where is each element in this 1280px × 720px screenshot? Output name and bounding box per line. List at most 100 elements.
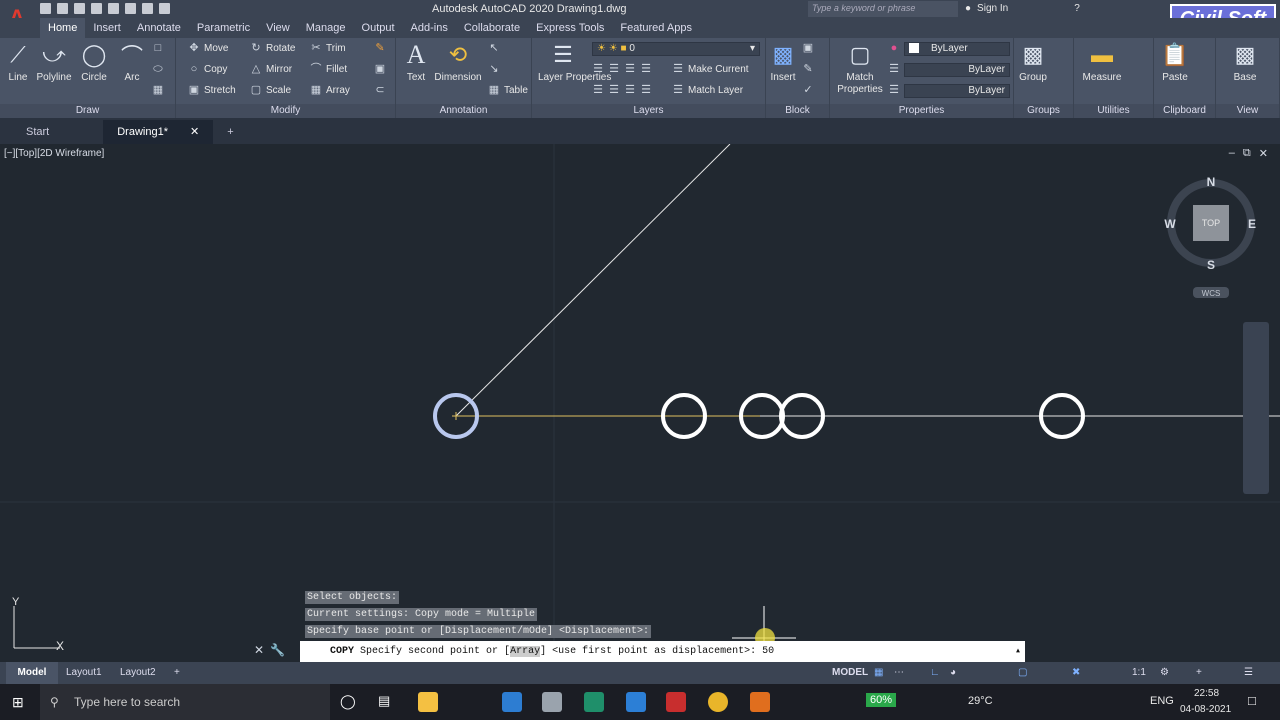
- layout2-tab[interactable]: Layout2: [120, 662, 156, 684]
- tab-view[interactable]: View: [258, 18, 298, 38]
- rotate-button[interactable]: ↻ Rotate: [250, 42, 295, 54]
- linetype-button[interactable]: ☰: [888, 84, 900, 96]
- navigation-bar[interactable]: [1243, 322, 1269, 494]
- copy-button[interactable]: ○ Copy: [188, 63, 228, 75]
- tab-insert[interactable]: Insert: [85, 18, 129, 38]
- annotation-panel-title[interactable]: Annotation: [396, 104, 531, 118]
- tab-featured-apps[interactable]: Featured Apps: [612, 18, 700, 38]
- photos-icon[interactable]: [502, 692, 522, 712]
- utilities-panel-title[interactable]: Utilities: [1074, 104, 1153, 118]
- drawing-tab[interactable]: Drawing1* ✕: [103, 120, 214, 144]
- app2-icon[interactable]: [626, 692, 646, 712]
- search-input[interactable]: Type a keyword or phrase: [808, 1, 958, 17]
- save-as-icon[interactable]: [91, 3, 102, 14]
- snap-toggle[interactable]: ⋯: [894, 662, 904, 684]
- tab-add-ins[interactable]: Add-ins: [403, 18, 456, 38]
- move-button[interactable]: ✥ Move: [188, 42, 228, 54]
- text-button[interactable]: A Text: [402, 40, 430, 83]
- color-wheel[interactable]: ●: [888, 42, 900, 54]
- notifications-icon[interactable]: □: [1248, 693, 1256, 708]
- command-line-input[interactable]: COPY Specify second point or [Array] <us…: [300, 641, 1025, 662]
- modify-panel-title[interactable]: Modify: [176, 104, 395, 118]
- hatch-button[interactable]: ▦: [152, 84, 164, 96]
- color-dropdown[interactable]: ByLayer: [904, 42, 1010, 56]
- app-icon[interactable]: [542, 692, 562, 712]
- close-command-icon[interactable]: ✕: [254, 643, 264, 657]
- paste-button[interactable]: 📋 Paste: [1160, 42, 1190, 83]
- tab-collaborate[interactable]: Collaborate: [456, 18, 528, 38]
- create-block-button[interactable]: ▣: [802, 42, 814, 54]
- erase-button[interactable]: ✎: [374, 42, 386, 54]
- drawing-area[interactable]: [−][Top][2D Wireframe] – ⧉ ✕ Y X TOP N S E…: [0, 144, 1280, 662]
- measure-button[interactable]: ▬ Measure: [1080, 42, 1124, 83]
- language-indicator[interactable]: ENG: [1150, 695, 1174, 707]
- command-history-chevron-icon[interactable]: ▴: [1015, 641, 1021, 662]
- new-icon[interactable]: [40, 3, 51, 14]
- lineweight-button[interactable]: ☰: [888, 63, 900, 75]
- customize-menu[interactable]: ☰: [1244, 662, 1253, 684]
- plot-icon[interactable]: [125, 3, 136, 14]
- add-button[interactable]: +: [1196, 662, 1202, 684]
- clock-time[interactable]: 22:58: [1194, 688, 1219, 699]
- layer-tools-row2[interactable]: ☰ ☰ ☰ ☰: [592, 84, 652, 96]
- web-open-icon[interactable]: [108, 3, 119, 14]
- layer-properties-button[interactable]: ☰ Layer Properties: [538, 42, 611, 83]
- layers-panel-title[interactable]: Layers: [532, 104, 765, 118]
- close-icon[interactable]: ✕: [190, 120, 199, 144]
- clock-date[interactable]: 04-08-2021: [1180, 704, 1231, 715]
- save-icon[interactable]: [74, 3, 85, 14]
- group-button[interactable]: ▩ Group: [1016, 42, 1050, 83]
- fillet-button[interactable]: ⌒ Fillet: [310, 63, 348, 75]
- workspace-switch[interactable]: ⚙: [1160, 662, 1169, 684]
- layer-tools-row1[interactable]: ☰ ☰ ☰ ☰: [592, 63, 652, 75]
- ortho-toggle[interactable]: ∟: [930, 662, 940, 684]
- windows-start-icon[interactable]: ⊞: [12, 694, 24, 711]
- recorder-icon[interactable]: [750, 692, 770, 712]
- clipboard-panel-title[interactable]: Clipboard: [1154, 104, 1215, 118]
- match-layer-button[interactable]: ☰ Match Layer: [672, 84, 743, 96]
- explode-button[interactable]: ▣: [374, 63, 386, 75]
- osnap-toggle[interactable]: ▢: [1018, 662, 1027, 684]
- customize-wrench-icon[interactable]: 🔧: [270, 643, 285, 657]
- polar-toggle[interactable]: ◕: [950, 662, 956, 684]
- start-tab[interactable]: Start: [12, 120, 63, 144]
- task-view-icon[interactable]: ▤: [378, 693, 390, 709]
- weather-temp[interactable]: 29°C: [968, 695, 993, 707]
- help-icon[interactable]: ?: [1074, 3, 1080, 14]
- battery-indicator[interactable]: 60%: [866, 693, 897, 707]
- tab-parametric[interactable]: Parametric: [189, 18, 258, 38]
- layer-dropdown[interactable]: ☀ ☀ ■ 0 ▾: [592, 42, 760, 56]
- mirror-button[interactable]: △ Mirror: [250, 63, 292, 75]
- annotation-scale[interactable]: 1:1: [1132, 662, 1146, 684]
- line-button[interactable]: ⟋ Line: [4, 42, 32, 83]
- offset-button[interactable]: ⊂: [374, 84, 386, 96]
- ellipse-button[interactable]: ⬭: [152, 63, 164, 75]
- chrome-icon[interactable]: [708, 692, 728, 712]
- file-explorer-icon[interactable]: [418, 692, 438, 712]
- layout1-tab[interactable]: Layout1: [66, 662, 102, 684]
- draw-panel-title[interactable]: Draw: [0, 104, 175, 118]
- groups-panel-title[interactable]: Groups: [1014, 104, 1073, 118]
- block-panel-title[interactable]: Block: [766, 104, 829, 118]
- circle-button[interactable]: ◯ Circle: [80, 42, 108, 83]
- insert-button[interactable]: ▩ Insert: [768, 42, 798, 83]
- new-tab-button[interactable]: +: [213, 120, 247, 144]
- annotation-visibility-toggle[interactable]: ✖: [1072, 662, 1080, 684]
- model-tab[interactable]: Model: [6, 662, 58, 684]
- edit-attributes-button[interactable]: ✓: [802, 84, 814, 96]
- array-option[interactable]: Array: [510, 646, 541, 657]
- civil-app-icon[interactable]: [584, 692, 604, 712]
- make-current-button[interactable]: ☰ Make Current: [672, 63, 749, 75]
- model-space-toggle[interactable]: MODEL: [832, 662, 868, 684]
- linetype-dropdown[interactable]: ByLayer: [904, 63, 1010, 77]
- add-layout-button[interactable]: +: [174, 662, 180, 684]
- grid-toggle[interactable]: ▦: [874, 662, 883, 684]
- properties-panel-title[interactable]: Properties: [830, 104, 1013, 118]
- match-properties-button[interactable]: ▢ Match Properties: [834, 42, 886, 96]
- edit-block-button[interactable]: ✎: [802, 63, 814, 75]
- leader-button[interactable]: ↖: [488, 42, 500, 54]
- redo-icon[interactable]: [159, 3, 170, 14]
- base-button[interactable]: ▩ Base: [1230, 42, 1260, 83]
- trim-button[interactable]: ✂ Trim: [310, 42, 345, 54]
- view-panel-title[interactable]: View: [1216, 104, 1279, 118]
